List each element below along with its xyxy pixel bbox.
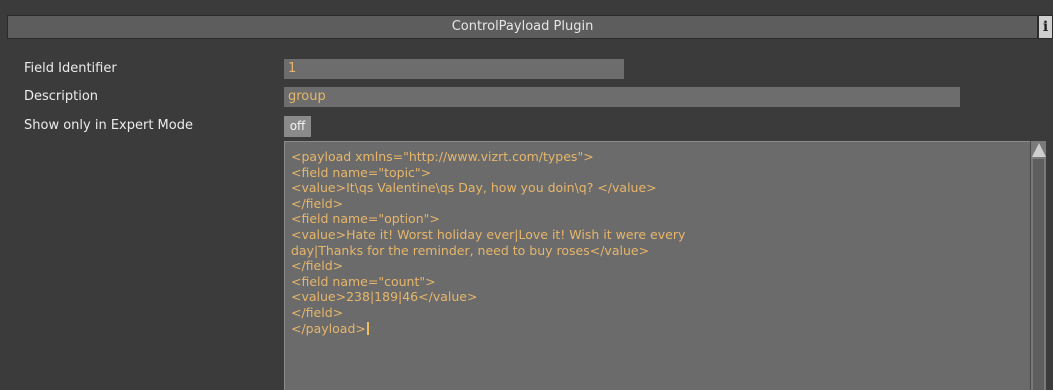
code-line: <value>238|189|46</value> (291, 289, 478, 305)
info-icon[interactable]: i (1038, 15, 1053, 39)
plugin-panel: ControlPayload Plugin i Field Identifier… (0, 0, 1053, 390)
code-line: </field> (291, 258, 344, 274)
payload-editor[interactable]: <payload xmlns="http://www.vizrt.com/typ… (284, 141, 1030, 390)
code-line: <field name="topic"> (291, 164, 432, 180)
field-identifier-label: Field Identifier (24, 61, 117, 76)
code-line: <payload xmlns="http://www.vizrt.com/typ… (291, 149, 594, 164)
window-title: ControlPayload Plugin (451, 19, 594, 34)
scroll-track[interactable] (1033, 159, 1044, 390)
field-identifier-input[interactable]: 1 (284, 59, 624, 79)
code-line: day|Thanks for the reminder, need to buy… (291, 242, 650, 258)
expert-mode-toggle[interactable]: off (284, 116, 311, 137)
scroll-up-arrow-icon[interactable] (1032, 143, 1046, 157)
payload-code: <payload xmlns="http://www.vizrt.com/typ… (291, 149, 1000, 336)
editor-scrollbar[interactable] (1030, 141, 1046, 390)
description-label: Description (24, 89, 99, 104)
code-line: <field name="count"> (291, 273, 436, 289)
code-line: <value>It\qs Valentine\qs Day, how you d… (291, 180, 657, 196)
title-bar: ControlPayload Plugin (7, 15, 1038, 39)
code-line: <value>Hate it! Worst holiday ever|Love … (291, 226, 686, 242)
expert-mode-label: Show only in Expert Mode (24, 118, 193, 133)
code-line: </field> (291, 195, 344, 211)
code-line: </field> (291, 304, 344, 320)
description-input[interactable]: group (284, 87, 960, 107)
code-line: <field name="option"> (291, 211, 440, 227)
code-line: </payload> (291, 320, 366, 336)
text-caret (366, 321, 369, 335)
